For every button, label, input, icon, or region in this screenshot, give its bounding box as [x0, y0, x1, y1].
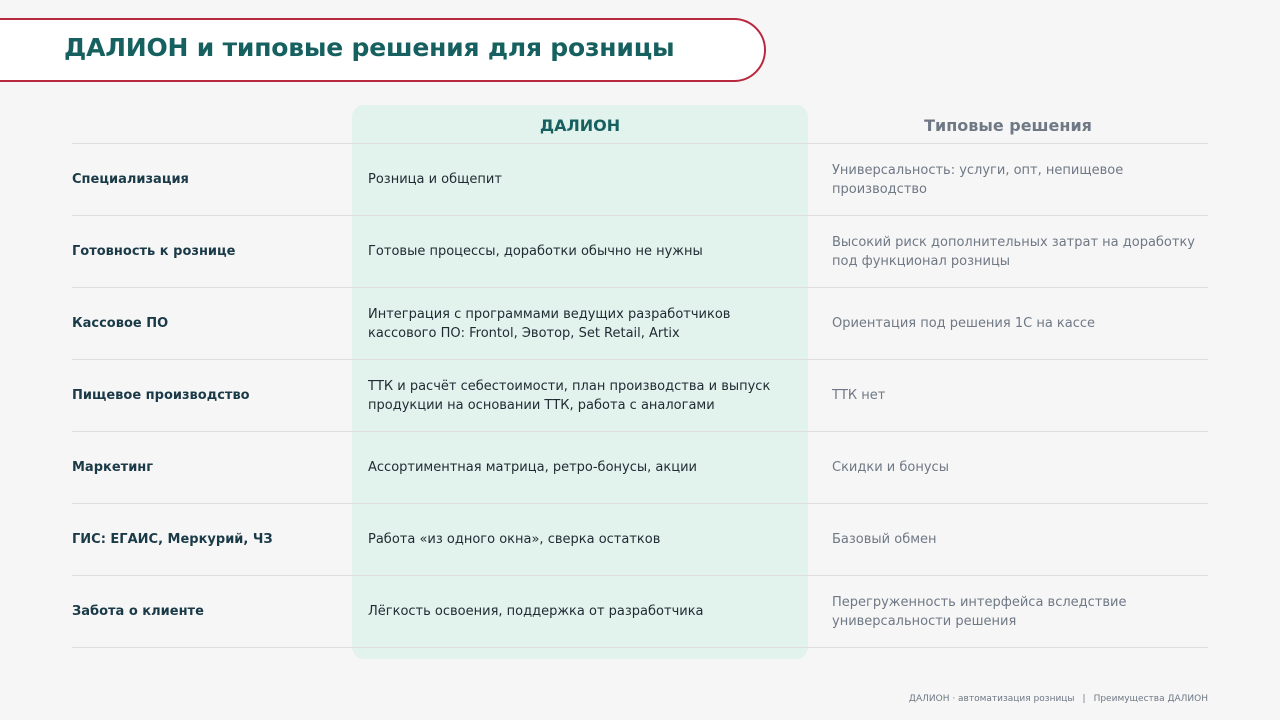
row-label: Специализация [72, 172, 189, 187]
row-label: Пищевое производство [72, 388, 250, 403]
table-row: Забота о клиенте Лёгкость освоения, подд… [72, 576, 1208, 648]
footer: ДАЛИОН · автоматизация розницы | Преимущес… [909, 694, 1208, 704]
dalion-cell: ТТК и расчёт себестоимости, план произво… [368, 378, 771, 413]
row-label: ГИС: ЕГАИС, Меркурий, ЧЗ [72, 532, 273, 547]
footer-separator: | [1082, 694, 1086, 704]
comparison-table: Специализация Розница и общепит Универса… [72, 143, 1208, 648]
typical-cell: Скидки и бонусы [832, 460, 949, 475]
row-label: Маркетинг [72, 460, 154, 475]
table-row: Пищевое производство ТТК и расчёт себест… [72, 360, 1208, 432]
dalion-cell: Работа «из одного окна», сверка остатков [368, 532, 661, 547]
column-header-typical: Типовые решения [924, 116, 1092, 135]
typical-cell: Перегруженность интерфейса вследствие ун… [832, 594, 1127, 629]
dalion-cell: Лёгкость освоения, поддержка от разработ… [368, 604, 704, 619]
table-row: Кассовое ПО Интеграция с программами вед… [72, 288, 1208, 360]
typical-cell: Ориентация под решения 1С на кассе [832, 316, 1096, 331]
footer-left-text: ДАЛИОН · автоматизация розницы [908, 694, 1075, 704]
dalion-cell: Ассортиментная матрица, ретро-бонусы, ак… [368, 460, 697, 475]
footer-right-text: Преимущества ДАЛИОН [1093, 694, 1208, 704]
typical-cell: Универсальность: услуги, опт, непищевое … [832, 162, 1124, 197]
row-label: Кассовое ПО [72, 316, 169, 331]
typical-cell: Высокий риск дополнительных затрат на до… [832, 234, 1196, 269]
row-label: Готовность к рознице [72, 244, 236, 259]
table-row: Готовность к рознице Готовые процессы, д… [72, 216, 1208, 288]
table-row: Специализация Розница и общепит Универса… [72, 144, 1208, 216]
column-header-dalion: ДАЛИОН [539, 116, 621, 135]
row-label: Забота о клиенте [72, 604, 204, 619]
dalion-cell: Интеграция с программами ведущих разрабо… [368, 306, 731, 341]
typical-cell: ТТК нет [832, 388, 886, 403]
table-row: ГИС: ЕГАИС, Меркурий, ЧЗ Работа «из одно… [72, 504, 1208, 576]
page-title: ДАЛИОН и типовые решения для розницы [64, 33, 675, 62]
table-row: Маркетинг Ассортиментная матрица, ретро-… [72, 432, 1208, 504]
dalion-cell: Розница и общепит [368, 172, 502, 187]
dalion-cell: Готовые процессы, доработки обычно не ну… [368, 244, 703, 259]
typical-cell: Базовый обмен [832, 532, 937, 547]
